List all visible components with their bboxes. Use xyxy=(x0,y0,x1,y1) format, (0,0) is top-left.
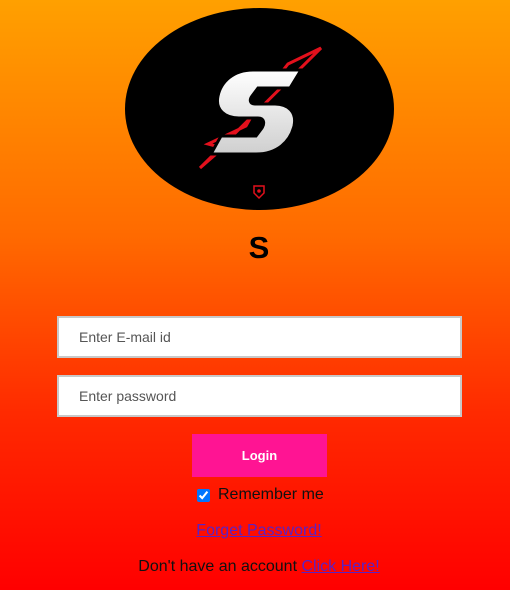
remember-me-checkbox[interactable] xyxy=(197,488,210,502)
login-page: S Login Remember me Forget Password! Don… xyxy=(0,0,510,590)
remember-me-option[interactable]: Remember me xyxy=(197,484,324,506)
brand-logo xyxy=(125,8,394,210)
signup-prompt: Don't have an account xyxy=(138,558,298,575)
email-input[interactable] xyxy=(57,316,462,358)
brand-title: S xyxy=(248,230,270,265)
stylized-s-logo-icon xyxy=(198,46,323,200)
forgot-password-row: Forget Password! xyxy=(0,522,510,540)
signup-row: Don't have an account Click Here! xyxy=(0,558,510,576)
signup-link[interactable]: Click Here! xyxy=(301,558,379,575)
remember-me-label: Remember me xyxy=(218,486,324,503)
login-button[interactable]: Login xyxy=(192,434,327,477)
password-input[interactable] xyxy=(57,375,462,417)
forgot-password-link[interactable]: Forget Password! xyxy=(196,522,321,539)
shield-badge-icon xyxy=(253,185,265,200)
